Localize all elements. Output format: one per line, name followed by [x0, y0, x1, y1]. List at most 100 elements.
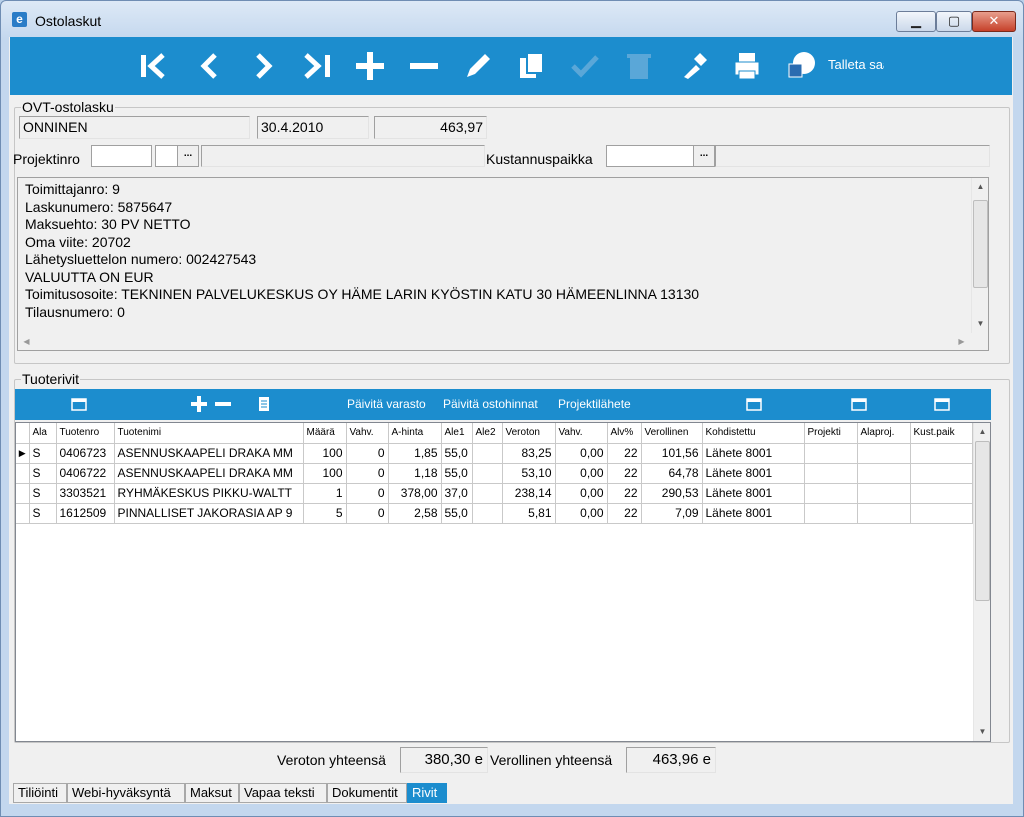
- grid-cell[interactable]: 290,53: [641, 483, 703, 504]
- column-header[interactable]: Projekti: [804, 423, 858, 444]
- grid-cell[interactable]: 55,0: [441, 463, 473, 484]
- grid-cell[interactable]: [804, 483, 858, 504]
- grid-cell[interactable]: 378,00: [388, 483, 442, 504]
- invoice-info-memo[interactable]: Toimittajanro: 9 Laskunumero: 5875647 Ma…: [17, 177, 989, 351]
- cost-center-input[interactable]: [606, 145, 702, 167]
- grid-cell[interactable]: 0,00: [555, 443, 608, 464]
- grid-cell[interactable]: 55,0: [441, 503, 473, 524]
- scroll-right-icon[interactable]: ▶: [953, 333, 970, 350]
- column-header[interactable]: Veroton: [502, 423, 556, 444]
- grid-cell[interactable]: 0: [346, 483, 389, 504]
- grid-cell[interactable]: 0: [346, 503, 389, 524]
- window-icon[interactable]: [934, 396, 950, 412]
- column-header[interactable]: Kust.paik: [910, 423, 973, 444]
- close-button[interactable]: ✕: [972, 11, 1016, 32]
- grid-cell[interactable]: 22: [607, 503, 642, 524]
- column-header[interactable]: Alv%: [607, 423, 642, 444]
- grid-cell[interactable]: 2,58: [388, 503, 442, 524]
- project-browse-button[interactable]: ...: [177, 145, 199, 167]
- grid-cell[interactable]: [857, 483, 911, 504]
- grid-cell[interactable]: [804, 503, 858, 524]
- add-row-icon[interactable]: [191, 396, 207, 412]
- grid-cell[interactable]: S: [29, 483, 57, 504]
- column-header[interactable]: Kohdistettu: [702, 423, 805, 444]
- cost-center-browse-button[interactable]: ...: [693, 145, 715, 167]
- grid-cell[interactable]: Lähete 8001: [702, 463, 805, 484]
- grid-cell[interactable]: [472, 463, 503, 484]
- column-header[interactable]: Verollinen: [641, 423, 703, 444]
- grid-cell[interactable]: S: [29, 503, 57, 524]
- grid-cell[interactable]: 1,18: [388, 463, 442, 484]
- table-row[interactable]: S 0406722 ASENNUSKAAPELI DRAKA MM 100 0 …: [16, 463, 973, 484]
- grid-cell[interactable]: [472, 443, 503, 464]
- grid-cell[interactable]: [910, 483, 973, 504]
- printer-icon[interactable]: [730, 49, 764, 83]
- column-header[interactable]: Ale1: [441, 423, 473, 444]
- tab-rivit[interactable]: Rivit: [407, 783, 447, 803]
- grid-cell[interactable]: [910, 503, 973, 524]
- grid-cell[interactable]: 1,85: [388, 443, 442, 464]
- table-row[interactable]: ▶ S 0406723 ASENNUSKAAPELI DRAKA MM 100 …: [16, 443, 973, 464]
- grid-cell[interactable]: 100: [303, 463, 347, 484]
- scroll-down-icon[interactable]: ▼: [972, 315, 989, 332]
- scroll-up-icon[interactable]: ▲: [972, 178, 989, 195]
- grid-cell[interactable]: 101,56: [641, 443, 703, 464]
- minimize-button[interactable]: ▁: [896, 11, 936, 32]
- grid-cell[interactable]: 0,00: [555, 503, 608, 524]
- grid-cell[interactable]: 0406723: [56, 443, 115, 464]
- remove-icon[interactable]: [407, 49, 441, 83]
- scroll-down-icon[interactable]: ▼: [974, 723, 990, 740]
- table-row[interactable]: S 1612509 PINNALLISET JAKORASIA AP 9 5 0…: [16, 503, 973, 524]
- grid-cell[interactable]: 5,81: [502, 503, 556, 524]
- grid-cell[interactable]: 1: [303, 483, 347, 504]
- grid-cell[interactable]: 0,00: [555, 463, 608, 484]
- grid-cell[interactable]: 1612509: [56, 503, 115, 524]
- scroll-up-icon[interactable]: ▲: [974, 423, 990, 440]
- grid-cell[interactable]: Lähete 8001: [702, 483, 805, 504]
- grid-cell[interactable]: 0: [346, 443, 389, 464]
- update-stock-button[interactable]: Päivitä varasto: [347, 397, 426, 411]
- grid-cell[interactable]: Lähete 8001: [702, 443, 805, 464]
- window-icon[interactable]: [71, 396, 87, 412]
- grid-cell[interactable]: [910, 443, 973, 464]
- recycle-bin-icon[interactable]: [622, 49, 656, 83]
- column-header[interactable]: Tuotenimi: [114, 423, 304, 444]
- grid-cell[interactable]: 5: [303, 503, 347, 524]
- grid-cell[interactable]: S: [29, 463, 57, 484]
- grid-cell[interactable]: [857, 463, 911, 484]
- grid-cell[interactable]: 53,10: [502, 463, 556, 484]
- column-header[interactable]: Tuotenro: [56, 423, 115, 444]
- grid-cell[interactable]: [472, 503, 503, 524]
- confirm-check-icon[interactable]: [568, 49, 602, 83]
- next-record-icon[interactable]: [246, 49, 280, 83]
- tab-vapaa-teksti[interactable]: Vapaa teksti: [239, 783, 327, 803]
- memo-vertical-scrollbar[interactable]: ▲ ▼: [971, 178, 988, 333]
- grid-cell[interactable]: 22: [607, 483, 642, 504]
- maximize-button[interactable]: ▢: [936, 11, 972, 32]
- add-icon[interactable]: [353, 49, 387, 83]
- grid-cell[interactable]: 64,78: [641, 463, 703, 484]
- scroll-thumb[interactable]: [975, 441, 990, 601]
- grid-cell[interactable]: [857, 503, 911, 524]
- tab-maksut[interactable]: Maksut: [185, 783, 239, 803]
- save-button[interactable]: Talleta saa: [828, 57, 884, 72]
- grid-cell[interactable]: [857, 443, 911, 464]
- grid-cell[interactable]: ASENNUSKAAPELI DRAKA MM: [114, 463, 304, 484]
- grid-cell[interactable]: [804, 443, 858, 464]
- window-icon[interactable]: [851, 396, 867, 412]
- grid-cell[interactable]: 3303521: [56, 483, 115, 504]
- column-header[interactable]: Vahv.: [346, 423, 389, 444]
- search-flashlight-icon[interactable]: [676, 49, 710, 83]
- grid-cell[interactable]: RYHMÄKESKUS PIKKU-WALTT: [114, 483, 304, 504]
- grid-cell[interactable]: 83,25: [502, 443, 556, 464]
- project-number-input[interactable]: [91, 145, 152, 167]
- grid-cell[interactable]: 0406722: [56, 463, 115, 484]
- grid-cell[interactable]: Lähete 8001: [702, 503, 805, 524]
- grid-cell[interactable]: 238,14: [502, 483, 556, 504]
- scroll-thumb[interactable]: [973, 200, 988, 288]
- grid-cell[interactable]: 0: [346, 463, 389, 484]
- grid-cell[interactable]: [910, 463, 973, 484]
- column-header[interactable]: A-hinta: [388, 423, 442, 444]
- export-excel-icon[interactable]: [784, 49, 818, 83]
- product-rows-grid[interactable]: Ala Tuotenro Tuotenimi Määrä Vahv. A-hin…: [15, 422, 991, 742]
